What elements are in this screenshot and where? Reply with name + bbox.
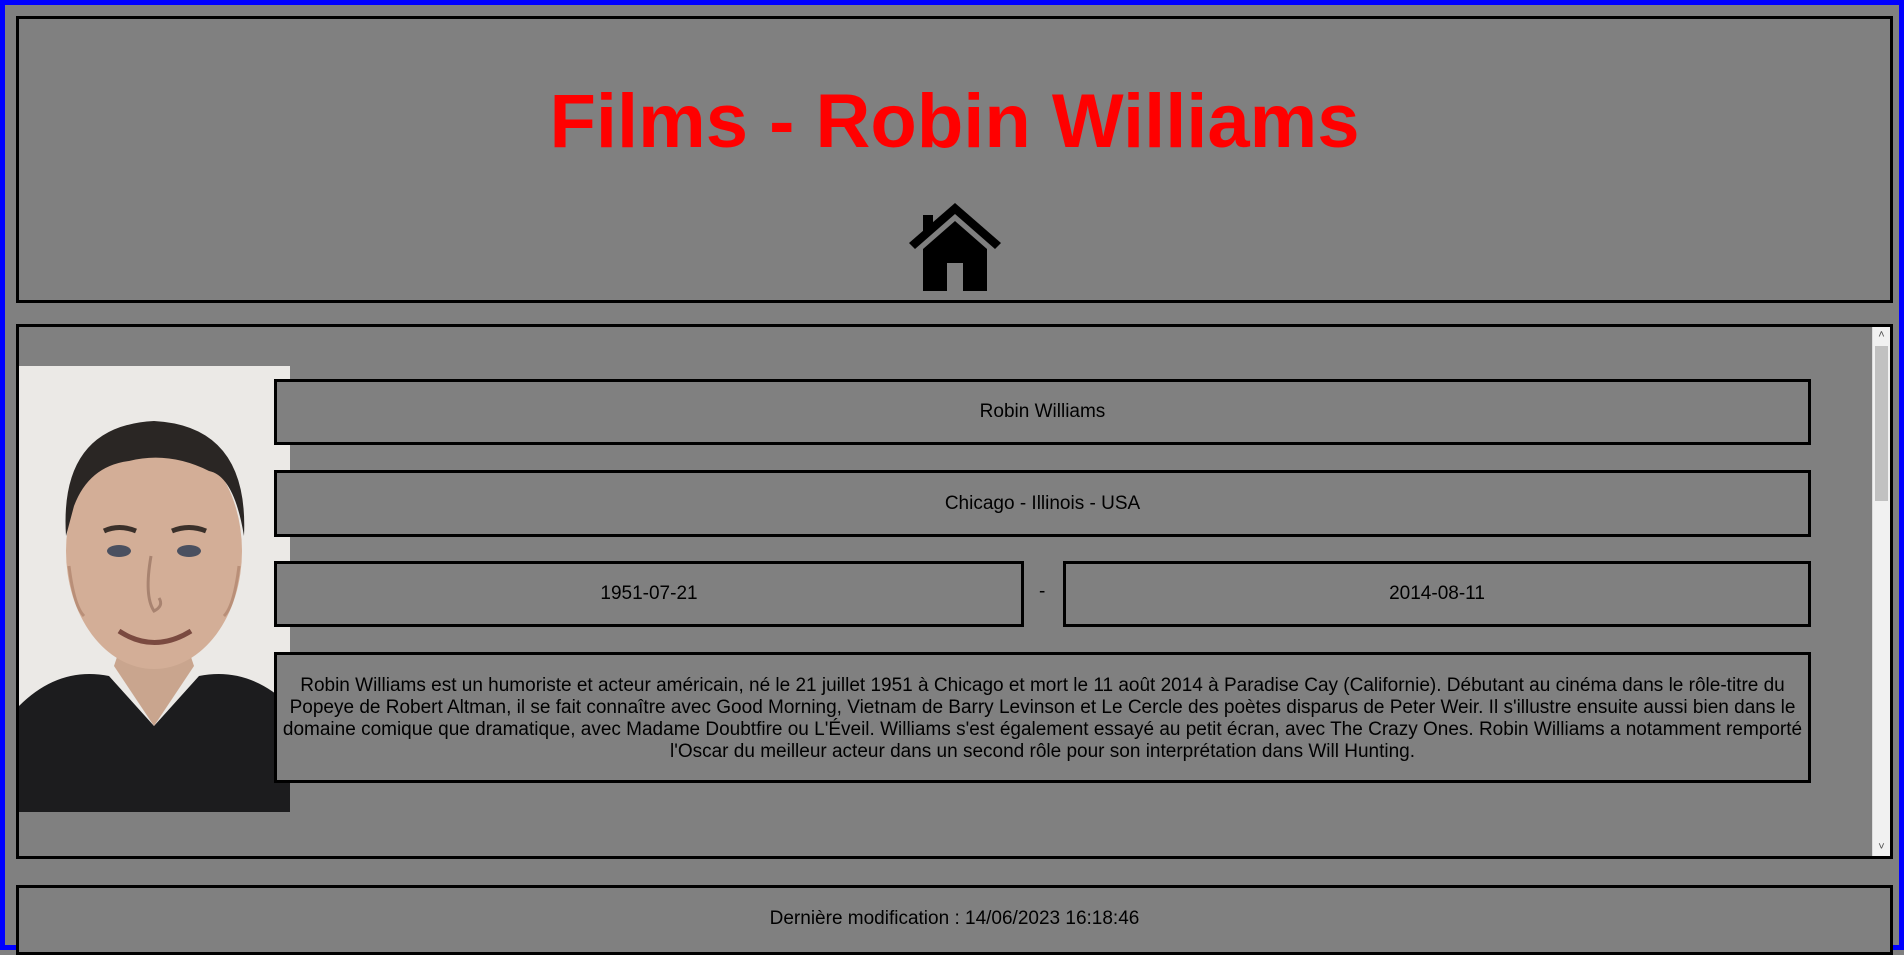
scroll-up-arrow-icon[interactable]: ˄ bbox=[1873, 327, 1890, 344]
footer-panel: Dernière modification : 14/06/2023 16:18… bbox=[16, 885, 1893, 955]
birthplace-field: Chicago - Illinois - USA bbox=[274, 470, 1811, 537]
actor-name-field: Robin Williams bbox=[274, 379, 1811, 445]
death-date-field: 2014-08-11 bbox=[1063, 561, 1811, 627]
last-modified-text: Dernière modification : 14/06/2023 16:18… bbox=[769, 908, 1140, 929]
home-icon[interactable] bbox=[907, 199, 1003, 295]
page-title: Films - Robin Williams bbox=[549, 79, 1360, 164]
actor-details-panel: Robin Williams Chicago - Illinois - USA … bbox=[16, 324, 1893, 859]
scroll-down-arrow-icon[interactable]: ˅ bbox=[1873, 839, 1890, 856]
birth-date-field: 1951-07-21 bbox=[274, 561, 1024, 627]
header-panel: Films - Robin Williams bbox=[16, 16, 1893, 303]
biography-field: Robin Williams est un humoriste et acteu… bbox=[274, 652, 1811, 783]
date-separator: - bbox=[1039, 581, 1046, 602]
vertical-scrollbar[interactable]: ˄ ˅ bbox=[1872, 327, 1890, 856]
scroll-thumb[interactable] bbox=[1875, 346, 1888, 501]
portrait-photo bbox=[19, 366, 290, 812]
